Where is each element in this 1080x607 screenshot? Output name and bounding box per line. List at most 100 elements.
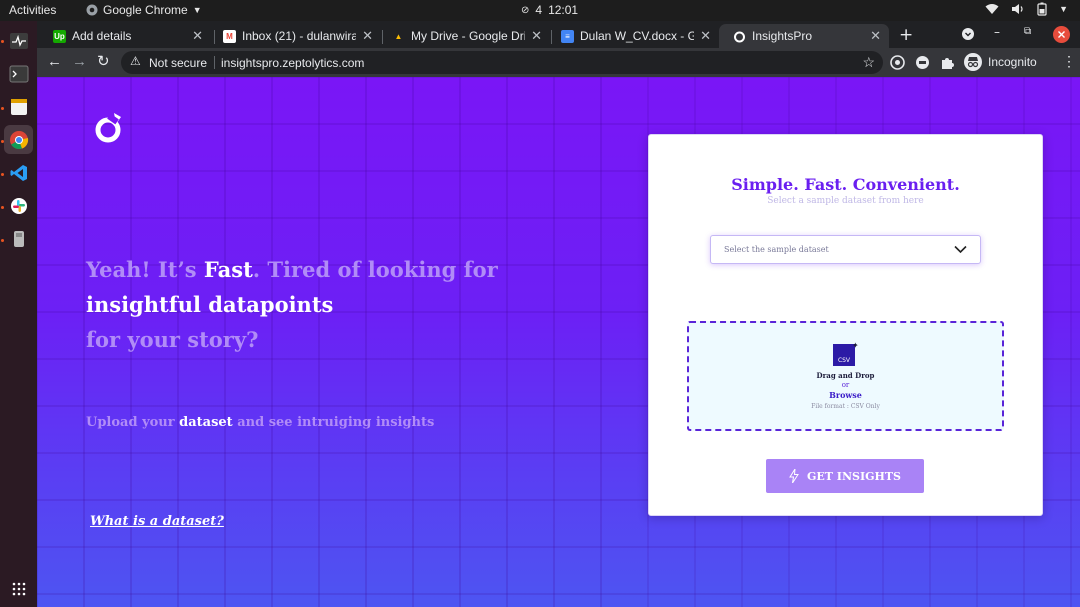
tab-strip: Up Add details ✕ M Inbox (21) - dulanwir… [37, 21, 1080, 48]
browse-link[interactable]: Browse [689, 390, 1002, 400]
omnibox-divider [214, 56, 215, 69]
new-tab-button[interactable]: + [899, 25, 913, 45]
tagline-highlight-dataset: dataset [179, 415, 233, 430]
upload-tagline: Upload your dataset and see intruiging i… [86, 415, 434, 430]
back-arrow-icon[interactable]: ← [47, 54, 62, 69]
system-monitor-icon [9, 32, 28, 49]
chevron-down-icon [954, 245, 967, 254]
get-insights-button[interactable]: GET INSIGHTS [766, 459, 924, 493]
tab-add-details[interactable]: Up Add details ✕ [39, 24, 211, 48]
tab-google-drive[interactable]: ▲ My Drive - Google Driv ✕ [378, 24, 550, 48]
system-tray[interactable]: ▼ [985, 2, 1068, 16]
tagline-text: Upload your [86, 415, 180, 430]
text-editor-icon [10, 98, 27, 115]
insightspro-icon [734, 31, 745, 42]
app-menu[interactable]: Google Chrome ▼ [86, 3, 202, 17]
drive-icon: ▲ [394, 31, 403, 41]
bookmark-star-icon[interactable]: ☆ [862, 54, 875, 71]
clock[interactable]: ⊘ 4 12:01 [521, 3, 578, 17]
slack-icon [10, 197, 27, 214]
gmail-icon: M [223, 29, 236, 43]
activities-button[interactable]: Activities [9, 3, 56, 17]
sample-dataset-select[interactable]: Select the sample dataset [710, 235, 981, 264]
hero-line-3: for your story? [86, 327, 259, 352]
sparkle-icon: ✦ [852, 341, 859, 350]
close-window-icon[interactable] [1053, 26, 1070, 43]
get-insights-label: GET INSIGHTS [807, 469, 901, 483]
tagline-text: and see intruiging insights [232, 415, 435, 430]
security-label[interactable]: Not secure [149, 56, 207, 70]
do-not-disturb-icon: ⊘ [521, 4, 530, 16]
tab-title: My Drive - Google Driv [411, 29, 526, 43]
close-tab-icon[interactable]: ✕ [531, 28, 542, 44]
incognito-icon [964, 53, 982, 71]
usb-drive-icon [13, 230, 24, 247]
volume-icon [1012, 4, 1023, 14]
vscode-icon [10, 164, 27, 181]
clock-time: 12:01 [548, 3, 579, 17]
tab-title: InsightsPro [752, 29, 813, 43]
extension-1-icon[interactable] [890, 55, 905, 70]
tab-search-icon[interactable] [962, 28, 974, 40]
restore-window-icon[interactable]: ⧉ [1024, 26, 1031, 37]
os-top-bar: Activities Google Chrome ▼ ⊘ 4 12:01 ▼ [0, 0, 1080, 21]
browser-toolbar: ← → ↻ ⚠ Not secure insightspro.zeptolyti… [37, 48, 1080, 77]
dock-usb-creator[interactable] [4, 224, 33, 253]
tab-title: Inbox (21) - dulanwira [242, 29, 357, 43]
dock-vscode[interactable] [4, 158, 33, 187]
insightspro-page: Yeah! It’s Fast. Tired of looking for in… [37, 77, 1080, 607]
clock-day: 4 [535, 3, 543, 17]
app-grid-icon [12, 582, 25, 595]
drag-drop-label: Drag and Drop [816, 371, 875, 380]
dock-terminal[interactable] [4, 59, 33, 88]
tab-google-docs[interactable]: ≡ Dulan W_CV.docx - Go ✕ [547, 24, 719, 48]
show-applications-button[interactable] [4, 574, 33, 603]
upwork-icon: Up [53, 29, 66, 43]
tab-title: Add details [72, 29, 132, 43]
close-tab-icon[interactable]: ✕ [870, 28, 881, 44]
url-text[interactable]: insightspro.zeptolytics.com [221, 56, 364, 70]
hero-line-1: Yeah! It’s Fast. Tired of looking for [86, 252, 546, 287]
card-subtitle: Select a sample dataset from here [767, 196, 924, 206]
forward-arrow-icon[interactable]: → [72, 54, 87, 69]
chrome-small-icon [86, 4, 98, 16]
hero-heading: Yeah! It’s Fast. Tired of looking for in… [86, 252, 546, 357]
warning-triangle-icon[interactable]: ⚠ [130, 54, 141, 68]
dock-text-editor[interactable] [4, 92, 33, 121]
dock-chrome[interactable] [4, 125, 33, 154]
hero-text: Yeah! It’s [86, 257, 204, 282]
docs-icon: ≡ [561, 29, 574, 43]
lightning-icon [789, 469, 799, 483]
upload-card: Simple. Fast. Convenient. Select a sampl… [648, 134, 1043, 516]
reload-icon[interactable]: ↻ [97, 54, 110, 69]
hero-text: . Tired of looking for [252, 257, 498, 282]
dock-slack[interactable] [4, 191, 33, 220]
close-tab-icon[interactable]: ✕ [192, 28, 203, 44]
tab-insightspro[interactable]: InsightsPro ✕ [719, 24, 889, 48]
file-drop-zone[interactable]: CSV ✦ Drag and Drop or Browse File forma… [687, 321, 1004, 431]
what-is-dataset-link[interactable]: What is a dataset? [90, 514, 224, 529]
or-label: or [841, 381, 850, 389]
hero-highlight-insightful: insightful datapoints [86, 292, 334, 317]
browser-menu-icon[interactable]: ⋮ [1062, 53, 1076, 70]
insightspro-logo [95, 113, 121, 143]
power-menu-icon: ▼ [1059, 4, 1068, 14]
close-tab-icon[interactable]: ✕ [362, 28, 373, 44]
battery-icon [1037, 2, 1047, 16]
file-format-note: File format : CSV Only [811, 403, 880, 410]
chrome-icon [9, 130, 28, 149]
dock-system-monitor[interactable] [4, 26, 33, 55]
minimize-window-icon[interactable]: – [994, 25, 1000, 39]
tab-gmail-inbox[interactable]: M Inbox (21) - dulanwira ✕ [209, 24, 381, 48]
incognito-label[interactable]: Incognito [988, 55, 1037, 69]
csv-badge-label: CSV [837, 357, 851, 364]
extensions-puzzle-icon[interactable] [940, 55, 955, 70]
terminal-icon [9, 65, 28, 82]
tab-title: Dulan W_CV.docx - Go [580, 29, 695, 43]
close-tab-icon[interactable]: ✕ [700, 28, 711, 44]
app-menu-label: Google Chrome [103, 3, 188, 17]
extension-2-icon[interactable] [915, 55, 930, 70]
dock [0, 21, 37, 607]
caret-down-icon: ▼ [192, 5, 202, 15]
address-bar[interactable]: ⚠ Not secure insightspro.zeptolytics.com… [121, 51, 883, 74]
